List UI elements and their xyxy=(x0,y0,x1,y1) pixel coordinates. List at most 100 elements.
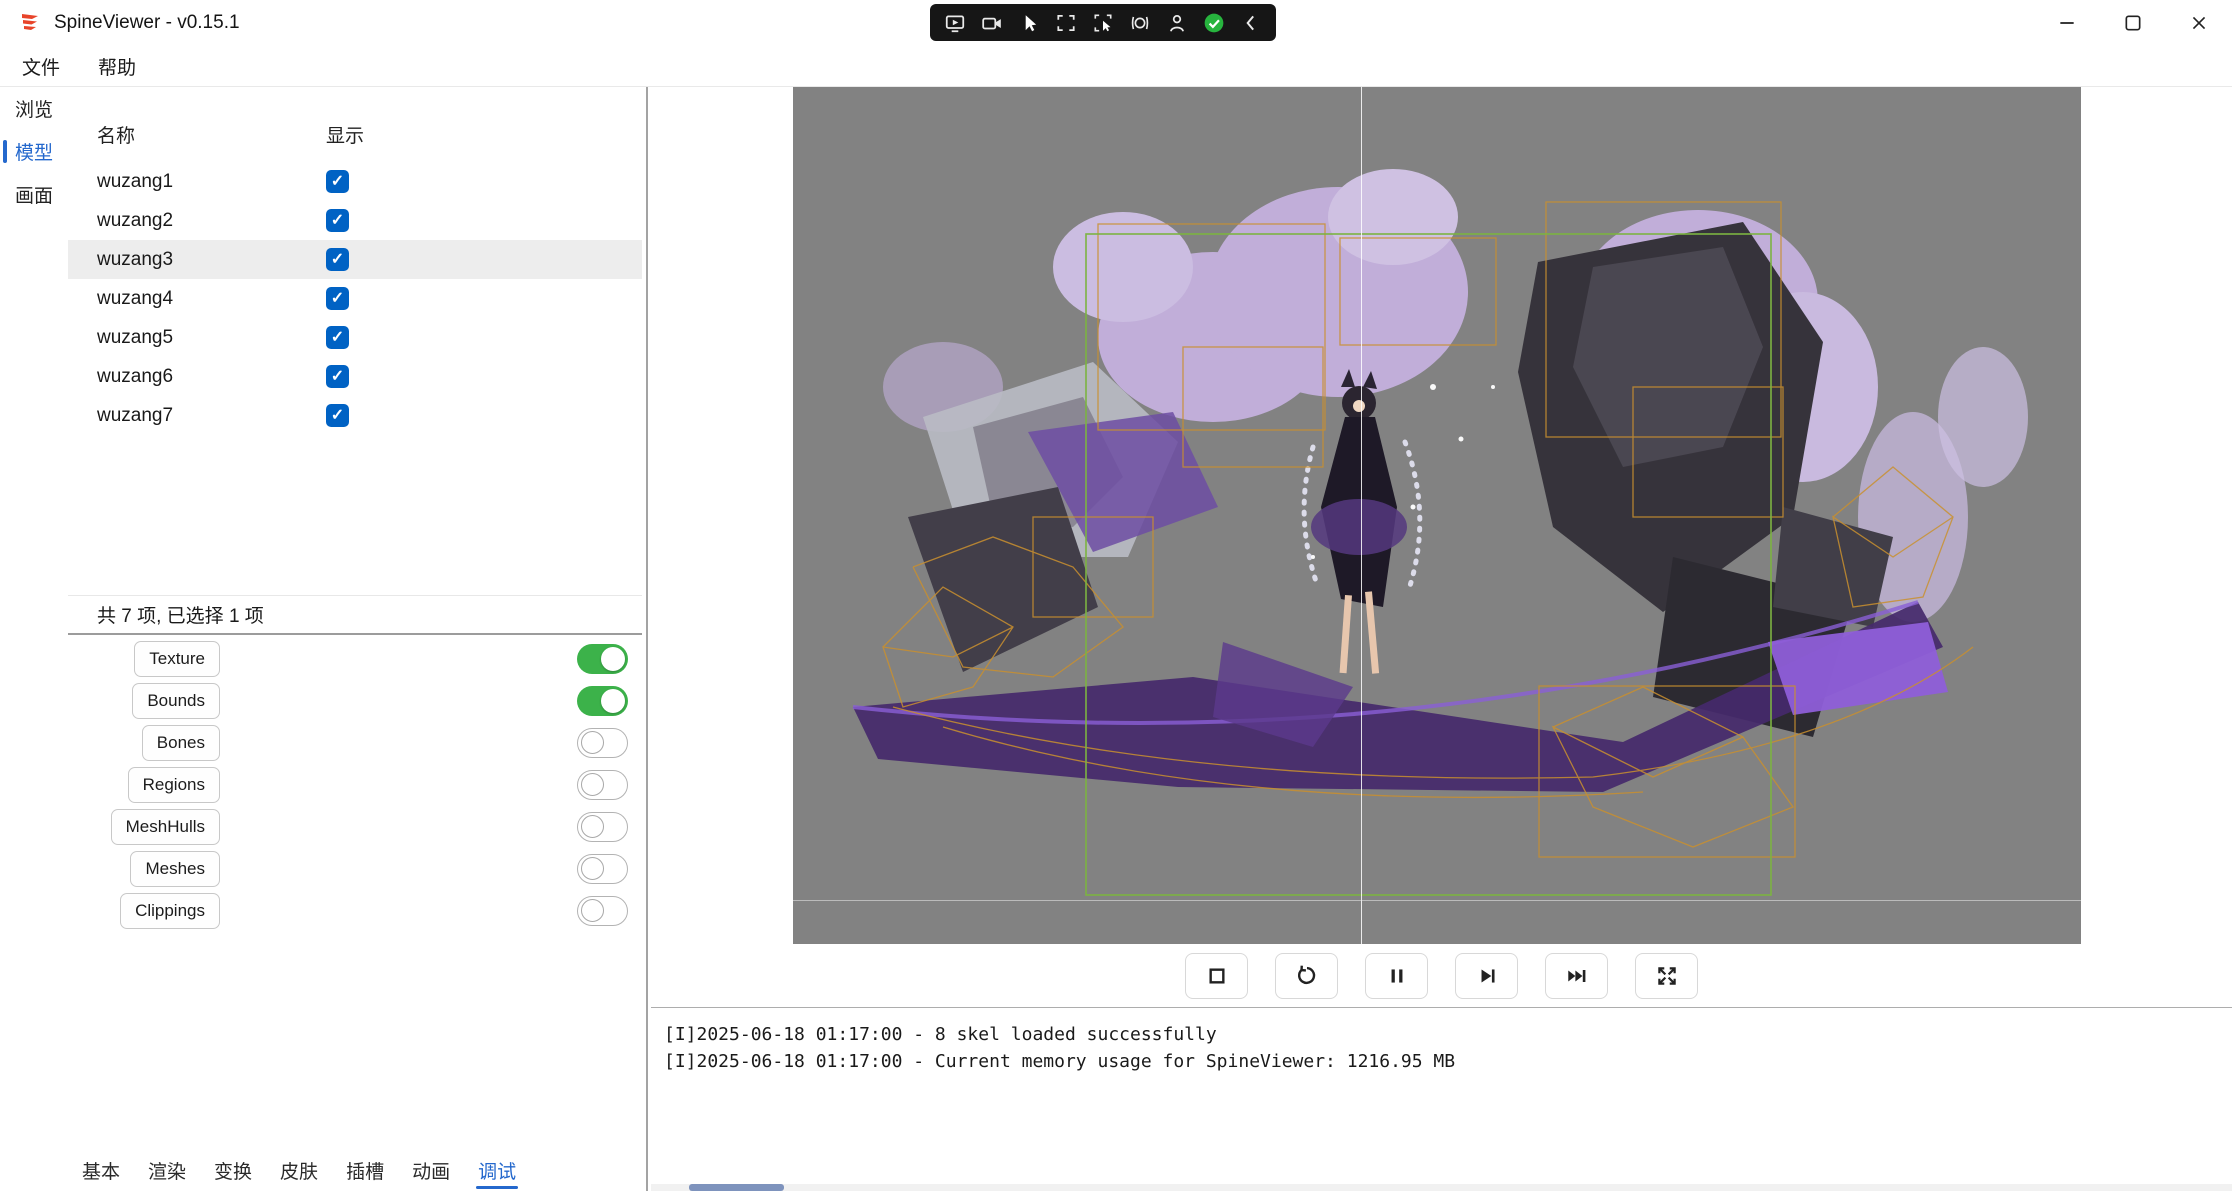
skip-to-end-button[interactable] xyxy=(1545,953,1608,999)
selection-status: 共 7 项, 已选择 1 项 xyxy=(68,595,642,635)
texture-button[interactable]: Texture xyxy=(134,641,220,677)
spine-model-render xyxy=(793,87,2081,944)
panel-splitter[interactable] xyxy=(642,87,651,1191)
table-row[interactable]: wuzang4 xyxy=(68,279,642,318)
clippings-button[interactable]: Clippings xyxy=(120,893,220,929)
meshhulls-toggle[interactable] xyxy=(577,812,628,842)
property-tabs: 基本 渲染 变换 皮肤 插槽 动画 调试 xyxy=(68,1150,642,1191)
toggle-knob xyxy=(601,647,625,671)
table-row[interactable]: wuzang5 xyxy=(68,318,642,357)
side-tab-view[interactable]: 画面 xyxy=(0,173,68,216)
toggle-knob xyxy=(581,899,604,922)
meshes-button[interactable]: Meshes xyxy=(130,851,220,887)
visibility-checkbox[interactable] xyxy=(326,248,349,271)
bounds-button[interactable]: Bounds xyxy=(132,683,220,719)
model-name: wuzang3 xyxy=(97,249,326,271)
menu-help[interactable]: 帮助 xyxy=(98,53,136,80)
status-ok-icon[interactable] xyxy=(1199,9,1229,37)
reset-view-button[interactable] xyxy=(1275,953,1338,999)
side-tab-model[interactable]: 模型 xyxy=(0,130,68,173)
pause-button[interactable] xyxy=(1365,953,1428,999)
camera-icon[interactable] xyxy=(977,9,1007,37)
table-row[interactable]: wuzang2 xyxy=(68,201,642,240)
model-name: wuzang6 xyxy=(97,366,326,388)
visibility-checkbox[interactable] xyxy=(326,404,349,427)
collapse-chevron-icon[interactable] xyxy=(1236,9,1266,37)
toggle-knob xyxy=(581,731,604,754)
bounds-toggle[interactable] xyxy=(577,686,628,716)
toggle-row: MeshHulls xyxy=(80,809,628,845)
toggle-row: Clippings xyxy=(80,893,628,929)
toggle-row: Texture xyxy=(80,641,628,677)
regions-button[interactable]: Regions xyxy=(128,767,220,803)
tab-skin[interactable]: 皮肤 xyxy=(280,1150,318,1191)
model-name: wuzang4 xyxy=(97,288,326,310)
visibility-checkbox[interactable] xyxy=(326,326,349,349)
toggle-knob xyxy=(581,857,604,880)
capture-toolbar xyxy=(930,4,1276,41)
tab-basic[interactable]: 基本 xyxy=(82,1150,120,1191)
toggle-row: Regions xyxy=(80,767,628,803)
table-row-selected[interactable]: wuzang3 xyxy=(68,240,642,279)
viewer-area: [I]2025-06-18 01:17:00 - 8 skel loaded s… xyxy=(651,87,2232,1191)
column-header-name: 名称 xyxy=(97,121,326,148)
horizontal-axis-line xyxy=(793,900,2081,901)
tab-slot[interactable]: 插槽 xyxy=(346,1150,384,1191)
side-tab-browse[interactable]: 浏览 xyxy=(0,87,68,130)
viewport-canvas[interactable] xyxy=(793,87,2081,944)
tab-debug[interactable]: 调试 xyxy=(478,1150,516,1191)
table-header: 名称 显示 xyxy=(68,87,642,162)
menubar: 文件 帮助 xyxy=(0,46,2232,86)
toggle-knob xyxy=(581,815,604,838)
scrollbar-thumb[interactable] xyxy=(689,1184,784,1191)
texture-toggle[interactable] xyxy=(577,644,628,674)
fps-icon[interactable] xyxy=(1125,9,1155,37)
table-row[interactable]: wuzang7 xyxy=(68,396,642,435)
visibility-checkbox[interactable] xyxy=(326,209,349,232)
tab-animation[interactable]: 动画 xyxy=(412,1150,450,1191)
window-title: SpineViewer - v0.15.1 xyxy=(54,12,240,34)
menu-file[interactable]: 文件 xyxy=(22,53,60,80)
toggle-knob xyxy=(581,773,604,796)
log-panel: [I]2025-06-18 01:17:00 - 8 skel loaded s… xyxy=(651,1007,2232,1191)
meshes-toggle[interactable] xyxy=(577,854,628,884)
maximize-button[interactable] xyxy=(2100,0,2166,46)
stop-button[interactable] xyxy=(1185,953,1248,999)
minimize-button[interactable] xyxy=(2034,0,2100,46)
visibility-checkbox[interactable] xyxy=(326,170,349,193)
titlebar[interactable]: SpineViewer - v0.15.1 xyxy=(0,0,2232,46)
table-row[interactable]: wuzang6 xyxy=(68,357,642,396)
meshhulls-button[interactable]: MeshHulls xyxy=(111,809,220,845)
log-line: [I]2025-06-18 01:17:00 - Current memory … xyxy=(664,1048,2232,1075)
table-empty-space xyxy=(68,435,642,595)
close-button[interactable] xyxy=(2166,0,2232,46)
log-horizontal-scrollbar[interactable] xyxy=(651,1184,2232,1191)
step-forward-button[interactable] xyxy=(1455,953,1518,999)
model-name: wuzang5 xyxy=(97,327,326,349)
model-name: wuzang1 xyxy=(97,171,326,193)
regions-toggle[interactable] xyxy=(577,770,628,800)
screen-record-icon[interactable] xyxy=(940,9,970,37)
bones-button[interactable]: Bones xyxy=(142,725,220,761)
presenter-icon[interactable] xyxy=(1162,9,1192,37)
side-tab-strip: 浏览 模型 画面 xyxy=(0,87,68,1191)
tab-transform[interactable]: 变换 xyxy=(214,1150,252,1191)
toggle-row: Meshes xyxy=(80,851,628,887)
app-window: SpineViewer - v0.15.1 xyxy=(0,0,2232,1191)
model-name: wuzang7 xyxy=(97,405,326,427)
fit-view-button[interactable] xyxy=(1635,953,1698,999)
bones-toggle[interactable] xyxy=(577,728,628,758)
clippings-toggle[interactable] xyxy=(577,896,628,926)
table-row[interactable]: wuzang1 xyxy=(68,162,642,201)
region-cursor-icon[interactable] xyxy=(1088,9,1118,37)
visibility-checkbox[interactable] xyxy=(326,365,349,388)
visibility-checkbox[interactable] xyxy=(326,287,349,310)
region-select-icon[interactable] xyxy=(1051,9,1081,37)
viewport-area xyxy=(651,87,2232,944)
main-body: 浏览 模型 画面 名称 显示 wuzang1 wuzang2 wuzan xyxy=(0,86,2232,1191)
model-name: wuzang2 xyxy=(97,210,326,232)
tab-render[interactable]: 渲染 xyxy=(148,1150,186,1191)
model-panel: 名称 显示 wuzang1 wuzang2 wuzang3 wuzang4 xyxy=(68,87,642,1191)
app-logo-icon xyxy=(18,11,42,35)
cursor-icon[interactable] xyxy=(1014,9,1044,37)
